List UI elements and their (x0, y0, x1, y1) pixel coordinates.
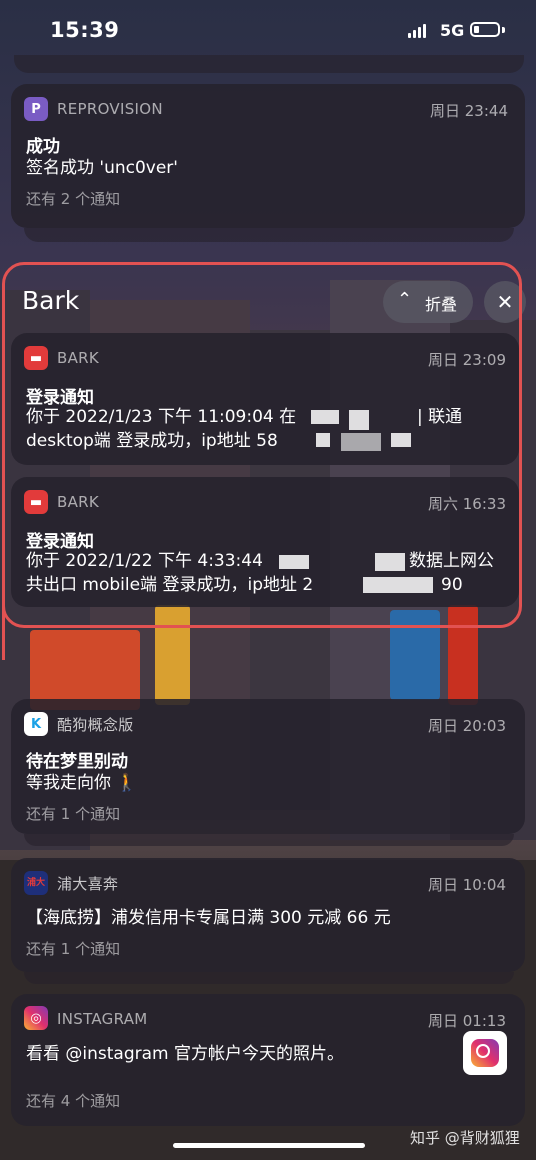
more-notifications-count: 还有 2 个通知 (26, 190, 121, 208)
cellular-signal-icon (408, 24, 428, 38)
highlight-outline-tail (2, 600, 11, 660)
notification-kugou[interactable]: K 酷狗概念版 周日 20:03 待在梦里别动 等我走向你 🚶 还有 1 个通知 (11, 699, 525, 834)
app-name: REPROVISION (57, 100, 163, 118)
group-title: Bark (22, 286, 80, 315)
app-name: 酷狗概念版 (57, 716, 134, 734)
more-notifications-count: 还有 1 个通知 (26, 805, 121, 823)
stacked-notification-edge[interactable] (24, 834, 514, 846)
notification-reprovision[interactable]: P REPROVISION 周日 23:44 成功 签名成功 'unc0ver'… (11, 84, 525, 228)
reprovision-icon: P (24, 97, 48, 121)
collapse-button[interactable]: ⌃ 折叠 (383, 281, 473, 323)
notification-body: 看看 @instagram 官方帐户今天的照片。 (26, 1044, 345, 1064)
kugou-icon: K (24, 712, 48, 736)
stacked-notification-edge[interactable] (24, 228, 514, 242)
notification-body: 你于 2022/1/23 下午 11:09:04 在 (26, 407, 297, 427)
bark-icon: ▬ (24, 346, 48, 370)
notification-title: 成功 (26, 137, 60, 157)
notification-body: desktop端 登录成功，ip地址 58 (26, 431, 278, 451)
notification-body: 你于 2022/1/22 下午 4:33:44 (26, 551, 263, 571)
redaction-mosaic (363, 577, 433, 593)
notification-instagram[interactable]: ◎ INSTAGRAM 周日 01:13 看看 @instagram 官方帐户今… (11, 994, 525, 1126)
instagram-icon: ◎ (24, 1006, 48, 1030)
spdb-icon: 浦大 (24, 871, 48, 895)
notification-body: 90 (441, 575, 463, 595)
chevron-up-icon: ⌃ (397, 289, 413, 310)
notification-spdb[interactable]: 浦大 浦大喜奔 周日 10:04 【海底捞】浦发信用卡专属日满 300 元减 6… (11, 858, 525, 972)
notification-body: 数据上网公 (409, 551, 494, 571)
more-notifications-count: 还有 1 个通知 (26, 940, 121, 958)
notification-body: 共出口 mobile端 登录成功，ip地址 2 (26, 575, 314, 595)
notification-body: 【海底捞】浦发信用卡专属日满 300 元减 66 元 (26, 908, 391, 928)
redaction-mosaic (279, 555, 309, 569)
app-name: INSTAGRAM (57, 1010, 148, 1028)
collapse-label: 折叠 (425, 295, 458, 314)
app-name: 浦大喜奔 (57, 875, 119, 893)
instagram-thumbnail[interactable] (463, 1031, 507, 1075)
notification-title: 待在梦里别动 (26, 752, 128, 772)
redaction-mosaic (311, 410, 339, 424)
home-indicator[interactable] (173, 1143, 365, 1148)
notification-body: 等我走向你 🚶 (26, 773, 138, 793)
instagram-icon (471, 1039, 499, 1067)
notification-time: 周日 20:03 (428, 717, 506, 735)
notification-body: | 联通 (417, 407, 463, 427)
bark-icon: ▬ (24, 490, 48, 514)
notification-time: 周六 16:33 (428, 495, 506, 513)
notification-time: 周日 10:04 (428, 876, 506, 894)
app-name: BARK (57, 493, 100, 511)
notification-time: 周日 01:13 (428, 1012, 506, 1030)
notification-bark-1[interactable]: ▬ BARK 周日 23:09 登录通知 你于 2022/1/23 下午 11:… (11, 333, 519, 465)
notification-bark-2[interactable]: ▬ BARK 周六 16:33 登录通知 你于 2022/1/22 下午 4:3… (11, 477, 519, 607)
stacked-notification-edge[interactable] (24, 972, 514, 984)
watermark: 知乎 @背财狐狸 (410, 1129, 520, 1147)
app-name: BARK (57, 349, 100, 367)
redaction-mosaic (349, 410, 369, 430)
network-type: 5G (440, 21, 465, 40)
more-notifications-count: 还有 4 个通知 (26, 1092, 121, 1110)
notification-body: 签名成功 'unc0ver' (26, 158, 178, 178)
notification-time: 周日 23:44 (430, 102, 508, 120)
clock: 15:39 (50, 18, 120, 42)
redaction-mosaic (341, 433, 381, 451)
redaction-mosaic (391, 433, 411, 447)
battery-icon (470, 22, 500, 37)
redaction-mosaic (316, 433, 330, 447)
redaction-mosaic (375, 553, 405, 571)
close-button[interactable]: ✕ (484, 281, 526, 323)
notification-time: 周日 23:09 (428, 351, 506, 369)
status-bar: 15:39 5G (0, 0, 536, 60)
